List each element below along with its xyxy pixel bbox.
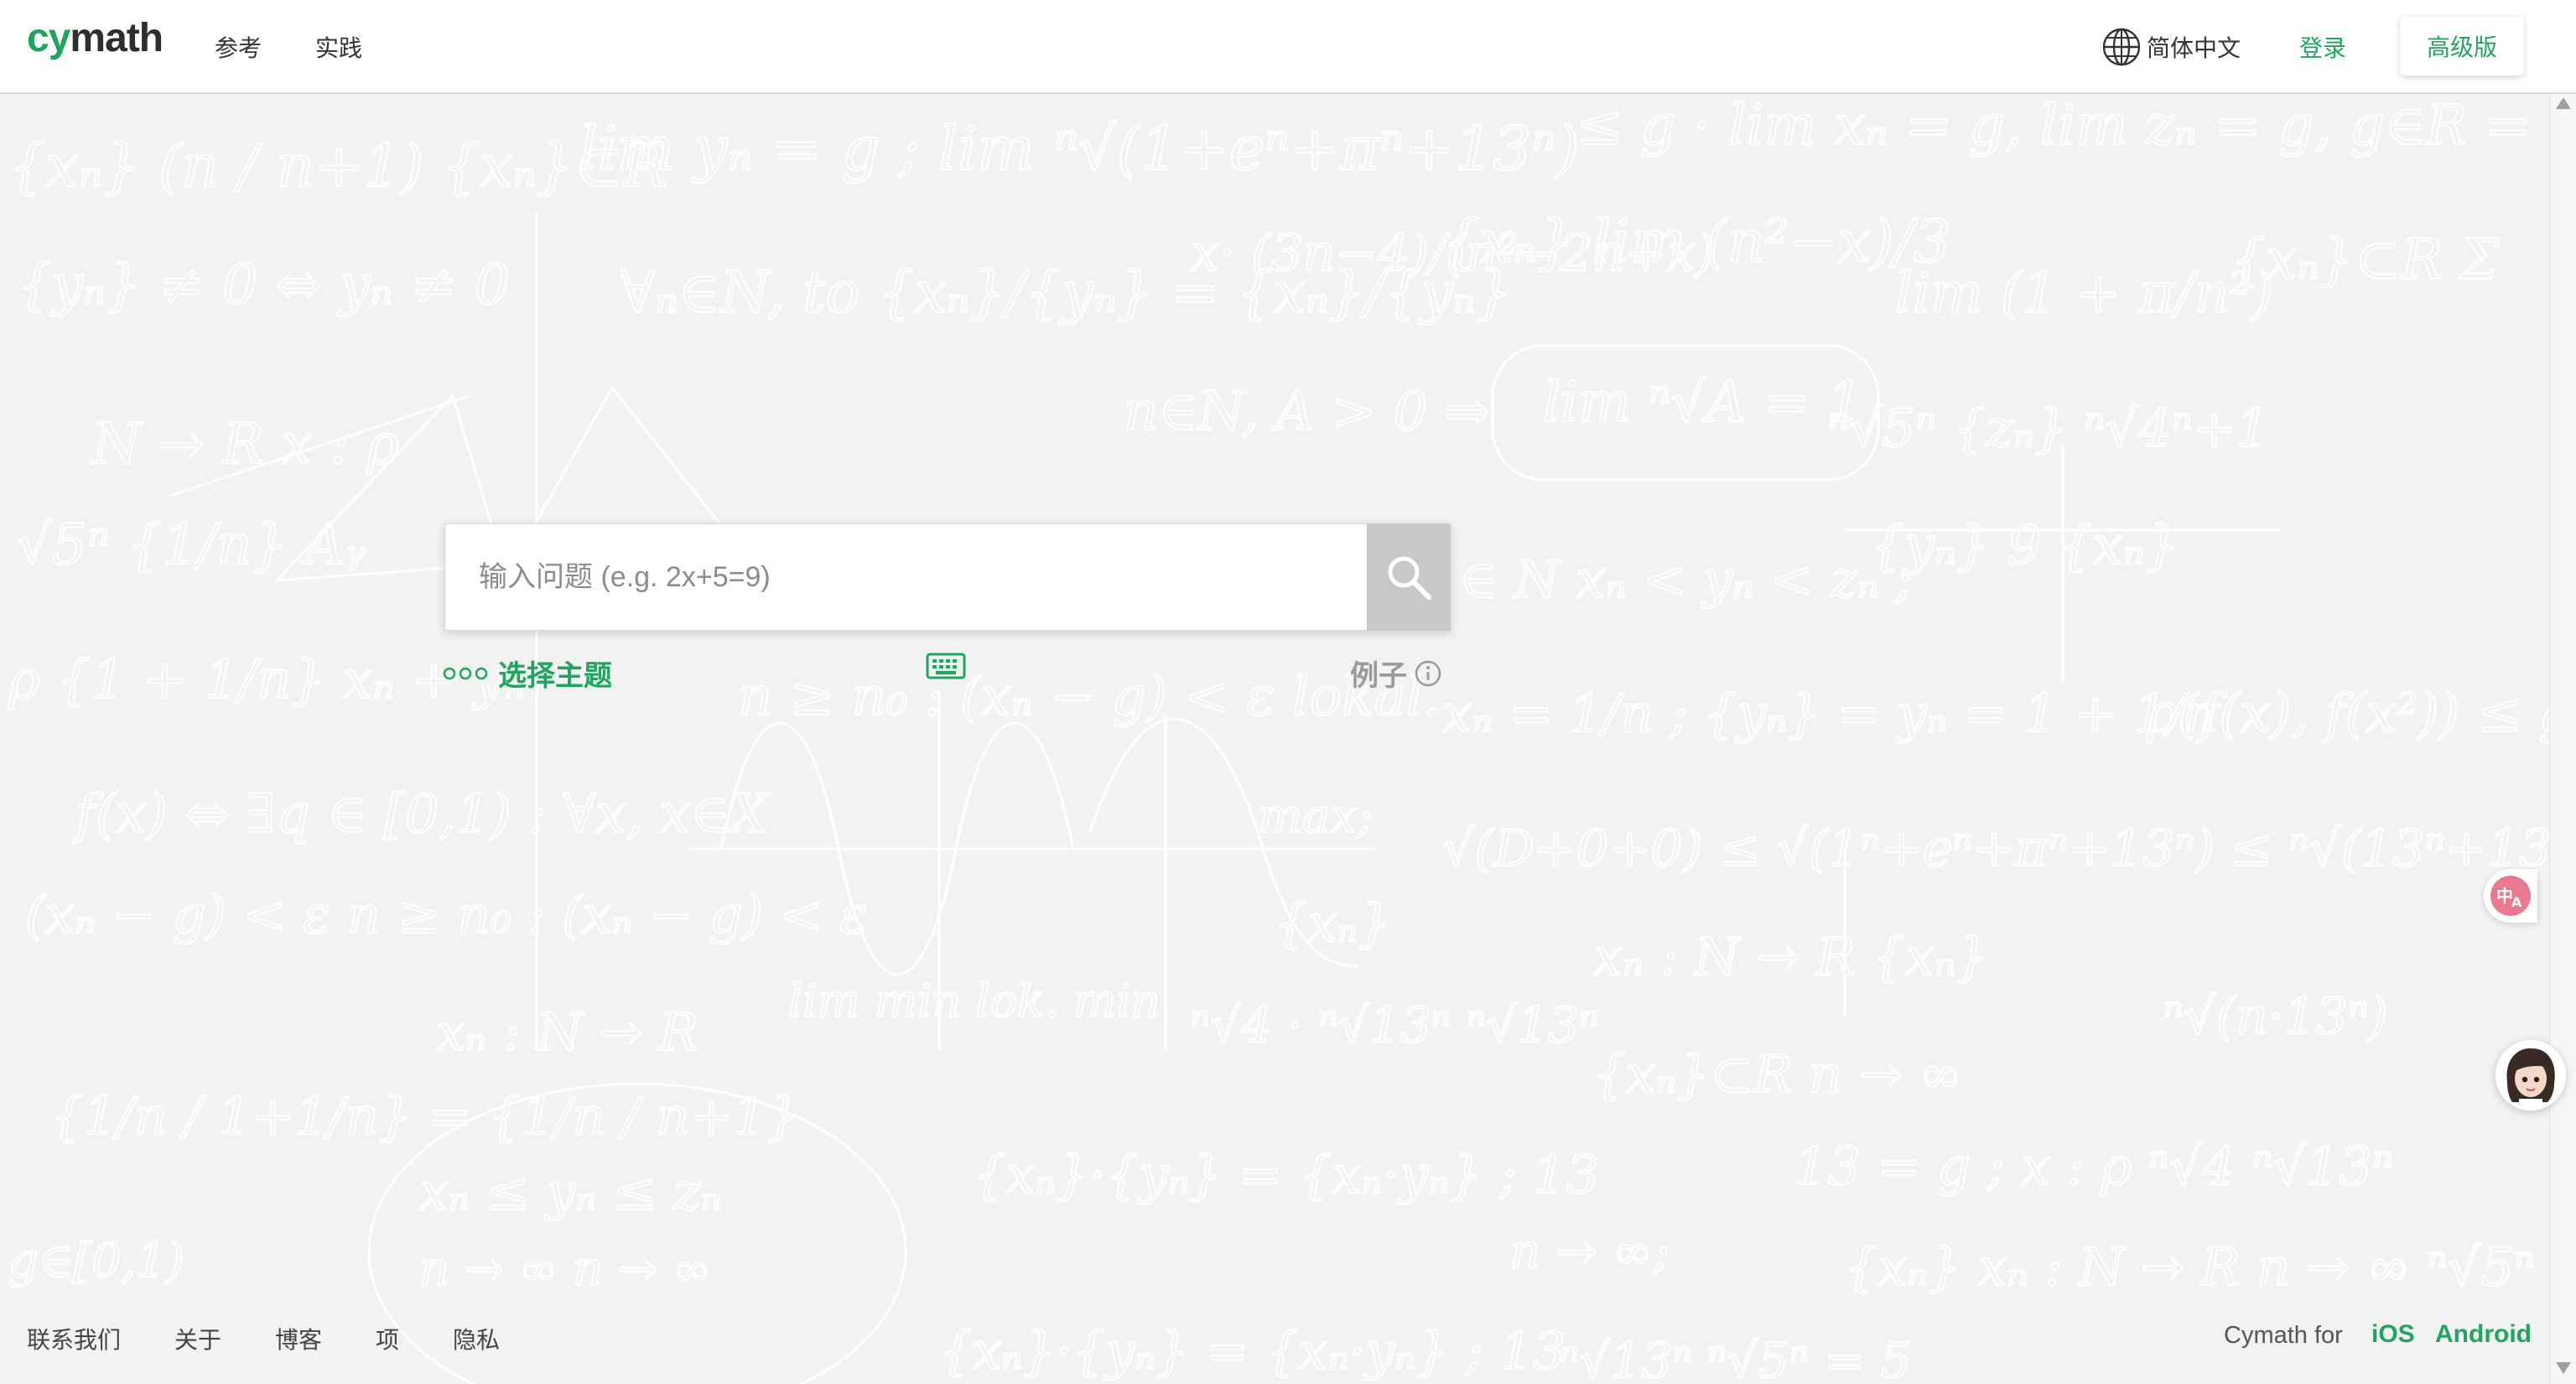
keyboard-icon [926, 653, 966, 679]
svg-text:{xₙ}⊂R Σ: {xₙ}⊂R Σ [2231, 227, 2500, 292]
search-input[interactable] [444, 523, 1367, 631]
dots-icon [443, 667, 488, 679]
apps-prefix: Cymath for [2224, 1322, 2343, 1349]
svg-text:{1/n / 1+1/n} = {1/n / n+1}: {1/n / 1+1/n} = {1/n / n+1} [50, 1085, 799, 1147]
svg-text:{yₙ} ≠ 0 ⇔ yₙ ≠ 0: {yₙ} ≠ 0 ⇔ yₙ ≠ 0 [17, 252, 510, 317]
svg-text:max;: max; [1258, 789, 1373, 844]
svg-text:lim yₙ = g ; lim ⁿ√(1+eⁿ+πⁿ+: lim yₙ = g ; lim ⁿ√(1+eⁿ+πⁿ+13ⁿ) [579, 113, 1580, 184]
search-bar [444, 523, 1451, 631]
svg-text:ⁿ√13ⁿ ⁿ√5ⁿ = 5: ⁿ√13ⁿ ⁿ√5ⁿ = 5 [1560, 1332, 1911, 1384]
page-scrollbar[interactable] [2549, 94, 2576, 1384]
svg-text:ⁿ√(n·13ⁿ): ⁿ√(n·13ⁿ) [2163, 987, 2388, 1046]
svg-text:lim ⁿ√A = 1: lim ⁿ√A = 1 [1543, 370, 1863, 434]
svg-text:√(D+0+0) ≤ √(1ⁿ+eⁿ+πⁿ+13ⁿ) ≤ ⁿ: √(D+0+0) ≤ √(1ⁿ+eⁿ+πⁿ+13ⁿ) ≤ ⁿ√(13ⁿ+13ⁿ+… [1442, 819, 2549, 878]
info-icon [1415, 660, 1441, 686]
svg-text:f(x) ⇔ ∃q ∈ [0,1) : ∀x, x∈X: f(x) ⇔ ∃q ∈ [0,1) : ∀x, x∈X [72, 783, 771, 845]
svg-text:N → R x : ρ: N → R x : ρ [91, 412, 399, 476]
login-link[interactable]: 登录 [2299, 30, 2346, 64]
svg-text:n → ∞;: n → ∞; [1509, 1223, 1670, 1280]
svg-text:{xₙ}⊂R n → ∞: {xₙ}⊂R n → ∞ [1593, 1043, 1962, 1105]
language-label: 简体中文 [2147, 34, 2241, 62]
nav-reference-link[interactable]: 参考 [215, 30, 262, 64]
ios-app-link[interactable]: iOS [2371, 1320, 2415, 1349]
footer-blog-link[interactable]: 博客 [275, 1322, 322, 1355]
svg-text:{xₙ}·{yₙ} = {xₙ·yₙ} ; 13: {xₙ}·{yₙ} = {xₙ·yₙ} ; 13 [939, 1320, 1566, 1381]
scroll-down-arrow-icon[interactable] [2556, 1362, 2571, 1374]
svg-text:n∈N, A > 0 ⇒: n∈N, A > 0 ⇒ [1124, 381, 1489, 443]
top-navigation-bar: cymath 参考 实践 简体中文 登录 高级版 [0, 0, 2576, 94]
math-background: {xₙ} (n / n+1) {xₙ}⊂R lim yₙ = g ; lim ⁿ… [0, 94, 2549, 1384]
premium-button[interactable]: 高级版 [2400, 17, 2524, 75]
svg-text:{xₙ}: {xₙ} [1275, 892, 1391, 954]
svg-text:{xₙ} xₙ : N → R n → ∞ ⁿ√5ⁿ: {xₙ} xₙ : N → R n → ∞ ⁿ√5ⁿ [1845, 1236, 2535, 1298]
topic-label: 选择主题 [498, 659, 612, 693]
search-icon [1388, 556, 1431, 600]
examples-button[interactable]: 例子 [1350, 653, 1442, 694]
svg-text:中: 中 [2496, 886, 2513, 906]
svg-text:≤ g · lim xₙ = g, lim zₙ = g,: ≤ g · lim xₙ = g, lim zₙ = g, g∈R = (−∞,… [1576, 94, 2549, 158]
footer-privacy-link[interactable]: 隐私 [453, 1322, 500, 1355]
svg-text:{xₙ} lim (n²−x)/3: {xₙ} lim (n²−x)/3 [1442, 207, 1951, 276]
cymath-logo[interactable]: cymath [27, 15, 164, 61]
svg-text:xₙ ≤ yₙ ≤ zₙ: xₙ ≤ yₙ ≤ zₙ [419, 1161, 722, 1222]
svg-text:n → ∞ n → ∞: n → ∞ n → ∞ [419, 1242, 711, 1297]
logo-math: math [70, 16, 164, 60]
logo-cy: cy [27, 16, 70, 60]
android-app-link[interactable]: Android [2435, 1320, 2532, 1349]
svg-text:√5ⁿ {1/n} Aᵧ: √5ⁿ {1/n} Aᵧ [17, 512, 366, 577]
svg-text:xₙ = 1/n ; {yₙ} = yₙ = 1 + 1/: xₙ = 1/n ; {yₙ} = yₙ = 1 + 1/n [1442, 683, 2218, 744]
globe-icon [2102, 28, 2141, 66]
svg-text:n ≥ n₀ : (xₙ − g) < ε lokal.: n ≥ n₀ : (xₙ − g) < ε lokal. [738, 666, 1441, 728]
footer-terms-link[interactable]: 项 [376, 1322, 399, 1355]
svg-text:A: A [2511, 894, 2522, 910]
svg-text:lim (1 + π/n²): lim (1 + π/n²) [1895, 261, 2273, 325]
language-selector[interactable]: 简体中文 [2101, 25, 2241, 69]
footer-about-link[interactable]: 关于 [174, 1322, 221, 1355]
examples-label: 例子 [1350, 659, 1407, 693]
svg-text:xₙ : N → R: xₙ : N → R [436, 1002, 699, 1063]
scroll-up-arrow-icon[interactable] [2556, 97, 2571, 109]
translate-widget[interactable]: 中 A [2484, 869, 2537, 923]
svg-text:(xₙ − g) < ε n ≥ n₀ : (xₙ − g: (xₙ − g) < ε n ≥ n₀ : (xₙ − g) < ε [25, 884, 867, 945]
svg-text:∈ N xₙ < yₙ < zₙ ;: ∈ N xₙ < yₙ < zₙ ; [1459, 549, 1913, 610]
search-button[interactable] [1367, 523, 1451, 631]
svg-text:{yₙ} 9 {xₙ}: {yₙ} 9 {xₙ} [1870, 515, 2179, 577]
svg-text:g∈[0,1): g∈[0,1) [8, 1234, 184, 1288]
math-scribbles: {xₙ} (n / n+1) {xₙ}⊂R lim yₙ = g ; lim ⁿ… [7, 94, 2549, 1384]
svg-text:ρ(f(x), f(x²)) ≤ g: ρ(f(x), f(x²)) ≤ g [2146, 683, 2549, 745]
svg-text:{xₙ}·{yₙ} = {xₙ·yₙ} ; 13: {xₙ}·{yₙ} = {xₙ·yₙ} ; 13 [973, 1144, 1599, 1205]
avatar-icon [2496, 1040, 2566, 1111]
nav-practice-link[interactable]: 实践 [315, 30, 362, 64]
svg-text:{xₙ} (n / n+1) {xₙ}⊂R: {xₙ} (n / n+1) {xₙ}⊂R [8, 132, 667, 200]
svg-text:ⁿ√4 · ⁿ√13ⁿ ⁿ√13ⁿ: ⁿ√4 · ⁿ√13ⁿ ⁿ√13ⁿ [1191, 996, 1599, 1054]
footer-contact-link[interactable]: 联系我们 [27, 1322, 121, 1355]
svg-text:13 = g ; x : ρ ⁿ√4 ⁿ√13ⁿ: 13 = g ; x : ρ ⁿ√4 ⁿ√13ⁿ [1794, 1136, 2393, 1197]
svg-text:ⁿ√5ⁿ {zₙ} ⁿ√4ⁿ+1: ⁿ√5ⁿ {zₙ} ⁿ√4ⁿ+1 [1828, 398, 2269, 459]
assistant-widget[interactable] [2496, 1040, 2566, 1111]
svg-text:xₙ : N → R {xₙ}: xₙ : N → R {xₙ} [1593, 926, 1988, 987]
keyboard-button[interactable] [926, 653, 966, 679]
translate-icon: 中 A [2490, 876, 2531, 916]
topic-selector[interactable]: 选择主题 [443, 653, 612, 694]
svg-text:lim min lok. min: lim min lok. min [788, 975, 1160, 1028]
